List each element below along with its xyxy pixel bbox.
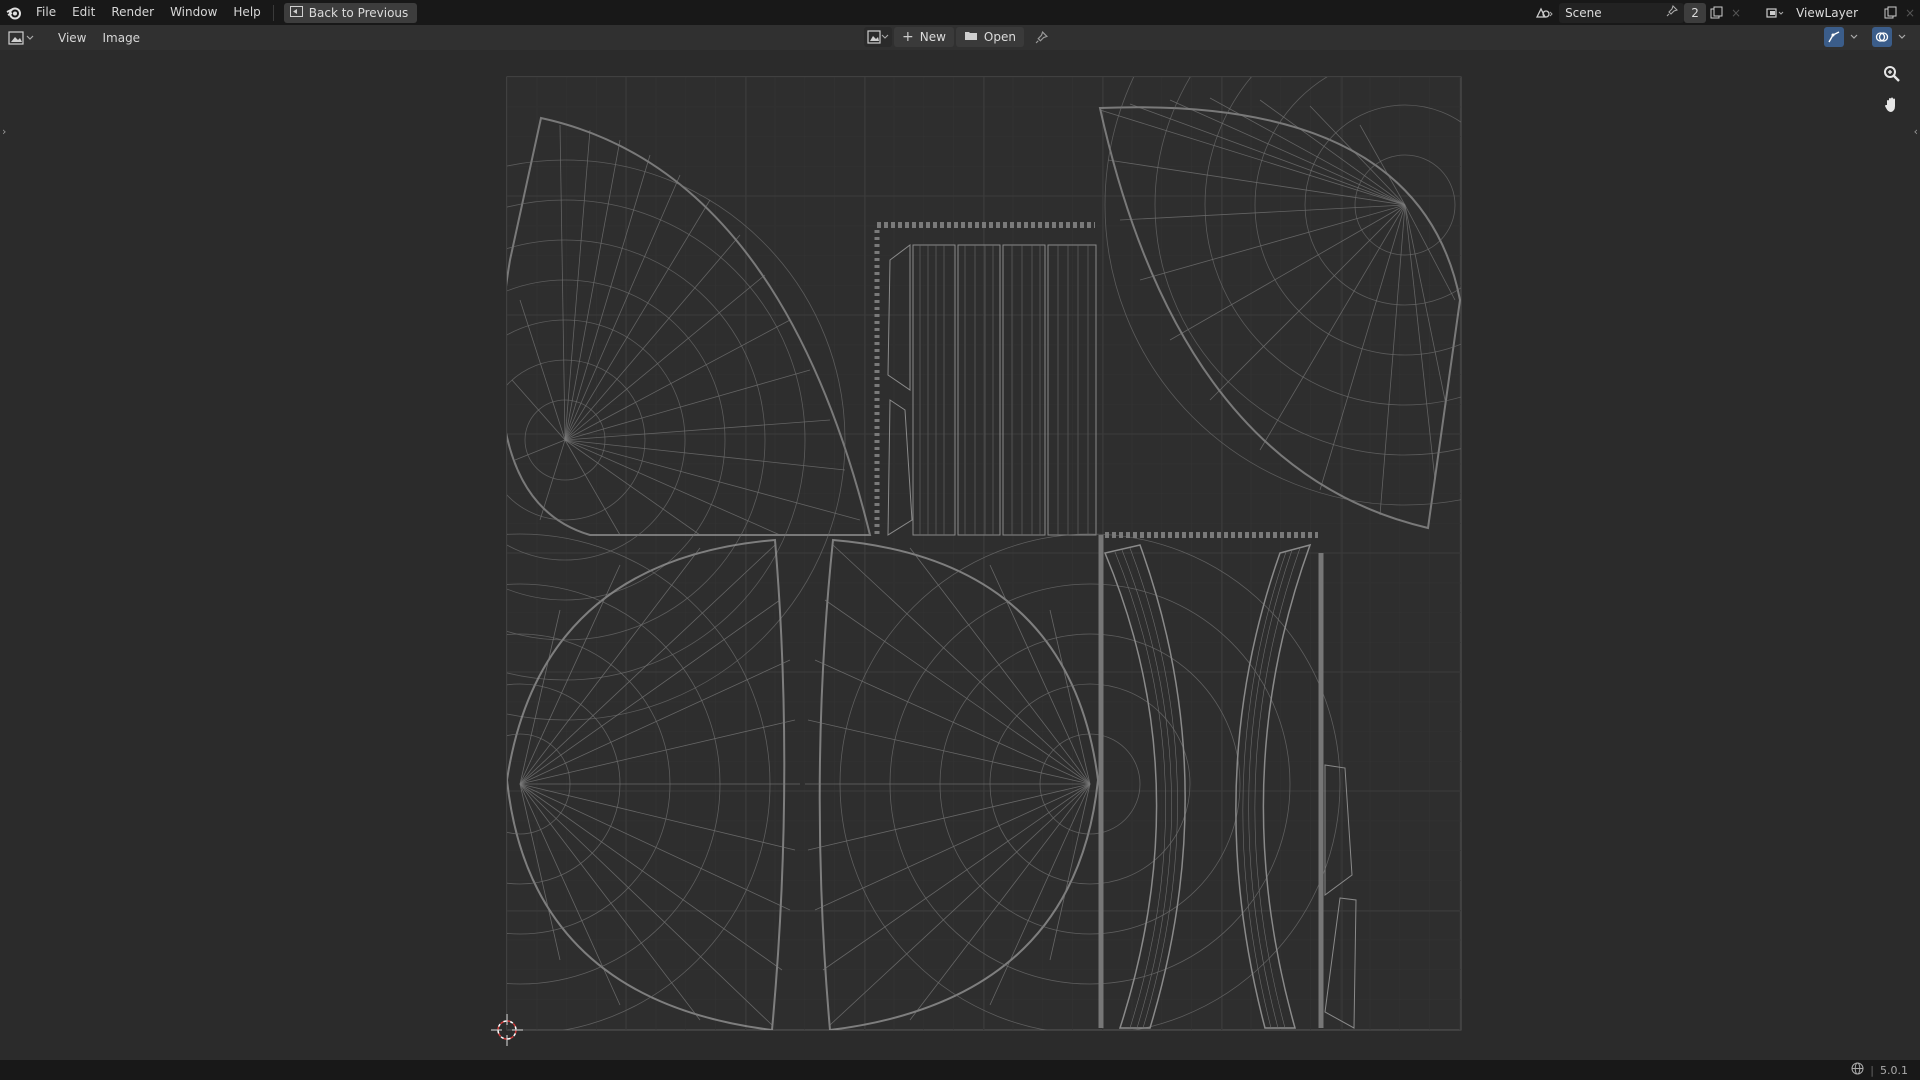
- new-view-layer-icon[interactable]: [1880, 3, 1900, 23]
- scene-name-field[interactable]: Scene: [1559, 2, 1685, 23]
- menu-image[interactable]: Image: [94, 31, 148, 45]
- version-label: 5.0.1: [1880, 1063, 1908, 1077]
- image-editor-icon[interactable]: [8, 28, 44, 48]
- menu-render[interactable]: Render: [103, 0, 162, 25]
- zoom-icon[interactable]: [1880, 62, 1904, 86]
- hand-icon[interactable]: [1880, 93, 1904, 117]
- sidebar-expand-icon[interactable]: ‹: [1914, 125, 1918, 138]
- back-to-previous-label: Back to Previous: [308, 5, 409, 20]
- image-controls: + New Open: [864, 27, 1052, 47]
- scene-name: Scene: [1565, 5, 1602, 20]
- new-scene-icon[interactable]: [1706, 3, 1726, 23]
- uv-sync-dropdown-icon[interactable]: [1850, 34, 1858, 40]
- new-label: New: [919, 30, 946, 44]
- close-icon[interactable]: ×: [1726, 3, 1746, 23]
- uv-sync-icon[interactable]: [1824, 27, 1844, 47]
- open-label: Open: [983, 30, 1016, 44]
- status-bar: | 5.0.1: [0, 1060, 1920, 1080]
- view-layer-icon[interactable]: [1760, 3, 1790, 23]
- toolbar-expand-icon[interactable]: ›: [2, 125, 6, 138]
- uv-viewport[interactable]: › ‹: [0, 50, 1920, 1060]
- image-browse-icon[interactable]: [864, 27, 892, 47]
- folder-icon: [964, 30, 978, 44]
- pin-icon[interactable]: [1666, 4, 1679, 20]
- top-bar: File Edit Render Window Help Back to Pre…: [0, 0, 1920, 25]
- overlay-icon[interactable]: [1872, 27, 1892, 47]
- header-right-tools: [1824, 27, 1906, 47]
- plus-icon: +: [902, 29, 914, 45]
- new-image-button[interactable]: + New: [894, 27, 954, 47]
- menu-view[interactable]: View: [50, 31, 94, 45]
- scene-icon[interactable]: [1529, 3, 1559, 23]
- uv-canvas[interactable]: [0, 50, 1920, 1060]
- scene-users-count[interactable]: 2: [1684, 2, 1707, 23]
- menu-window[interactable]: Window: [162, 0, 225, 25]
- overlay-dropdown-icon[interactable]: [1898, 34, 1906, 40]
- menu-edit[interactable]: Edit: [64, 0, 103, 25]
- back-to-previous-button[interactable]: Back to Previous: [283, 2, 418, 23]
- pin-image-icon[interactable]: [1032, 27, 1052, 47]
- open-image-button[interactable]: Open: [955, 27, 1024, 47]
- back-icon: [289, 5, 303, 20]
- scene-controls: Scene 2 × ViewLayer ×: [1529, 0, 1920, 25]
- divider: [272, 4, 274, 21]
- view-layer-name: ViewLayer: [1796, 5, 1858, 20]
- blender-logo-icon[interactable]: [0, 0, 28, 25]
- status-separator: |: [1870, 1063, 1874, 1077]
- menu-file[interactable]: File: [28, 0, 64, 25]
- menu-help[interactable]: Help: [225, 0, 268, 25]
- close-view-layer-icon[interactable]: ×: [1900, 3, 1920, 23]
- view-layer-field[interactable]: ViewLayer: [1790, 3, 1864, 23]
- globe-icon[interactable]: [1851, 1062, 1864, 1078]
